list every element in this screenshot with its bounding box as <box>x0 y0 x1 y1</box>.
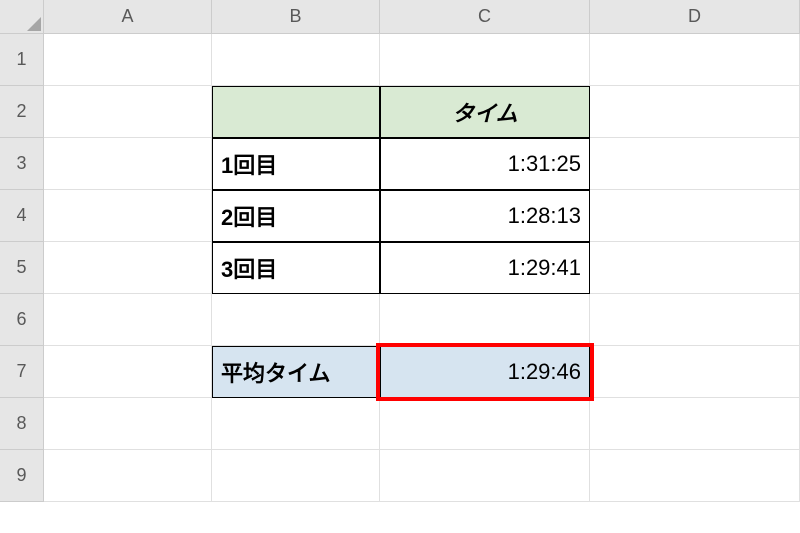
cell-b4-label[interactable]: 2回目 <box>212 190 380 242</box>
cell-a1[interactable] <box>44 34 212 86</box>
row-header-5[interactable]: 5 <box>0 242 44 294</box>
cell-a6[interactable] <box>44 294 212 346</box>
col-header-c[interactable]: C <box>380 0 590 34</box>
cell-a4[interactable] <box>44 190 212 242</box>
cell-b1[interactable] <box>212 34 380 86</box>
cell-b9[interactable] <box>212 450 380 502</box>
cell-c8[interactable] <box>380 398 590 450</box>
cell-b6[interactable] <box>212 294 380 346</box>
select-all-corner[interactable] <box>0 0 44 34</box>
cell-a9[interactable] <box>44 450 212 502</box>
cell-d3[interactable] <box>590 138 800 190</box>
cell-d9[interactable] <box>590 450 800 502</box>
cell-c6[interactable] <box>380 294 590 346</box>
cell-d1[interactable] <box>590 34 800 86</box>
cell-a5[interactable] <box>44 242 212 294</box>
cell-c2-time-header[interactable]: タイム <box>380 86 590 138</box>
cell-c5-value[interactable]: 1:29:41 <box>380 242 590 294</box>
cell-b7-avg-label[interactable]: 平均タイム <box>212 346 380 398</box>
cell-d7[interactable] <box>590 346 800 398</box>
row-header-1[interactable]: 1 <box>0 34 44 86</box>
cell-a8[interactable] <box>44 398 212 450</box>
cell-d8[interactable] <box>590 398 800 450</box>
cell-a2[interactable] <box>44 86 212 138</box>
cell-d2[interactable] <box>590 86 800 138</box>
col-header-b[interactable]: B <box>212 0 380 34</box>
cell-a3[interactable] <box>44 138 212 190</box>
col-header-a[interactable]: A <box>44 0 212 34</box>
cell-b8[interactable] <box>212 398 380 450</box>
row-header-3[interactable]: 3 <box>0 138 44 190</box>
row-header-7[interactable]: 7 <box>0 346 44 398</box>
cell-c7-avg-value[interactable]: 1:29:46 <box>380 346 590 398</box>
cell-a7[interactable] <box>44 346 212 398</box>
cell-b3-label[interactable]: 1回目 <box>212 138 380 190</box>
cell-b5-label[interactable]: 3回目 <box>212 242 380 294</box>
cell-c3-value[interactable]: 1:31:25 <box>380 138 590 190</box>
row-header-6[interactable]: 6 <box>0 294 44 346</box>
cell-d5[interactable] <box>590 242 800 294</box>
cell-c1[interactable] <box>380 34 590 86</box>
row-header-8[interactable]: 8 <box>0 398 44 450</box>
cell-c4-value[interactable]: 1:28:13 <box>380 190 590 242</box>
row-header-2[interactable]: 2 <box>0 86 44 138</box>
row-header-4[interactable]: 4 <box>0 190 44 242</box>
col-header-d[interactable]: D <box>590 0 800 34</box>
cell-d6[interactable] <box>590 294 800 346</box>
cell-c9[interactable] <box>380 450 590 502</box>
spreadsheet-grid[interactable]: A B C D 1 2 タイム 3 1回目 1:31:25 4 2回目 1:28… <box>0 0 800 502</box>
row-header-9[interactable]: 9 <box>0 450 44 502</box>
cell-b2[interactable] <box>212 86 380 138</box>
cell-d4[interactable] <box>590 190 800 242</box>
